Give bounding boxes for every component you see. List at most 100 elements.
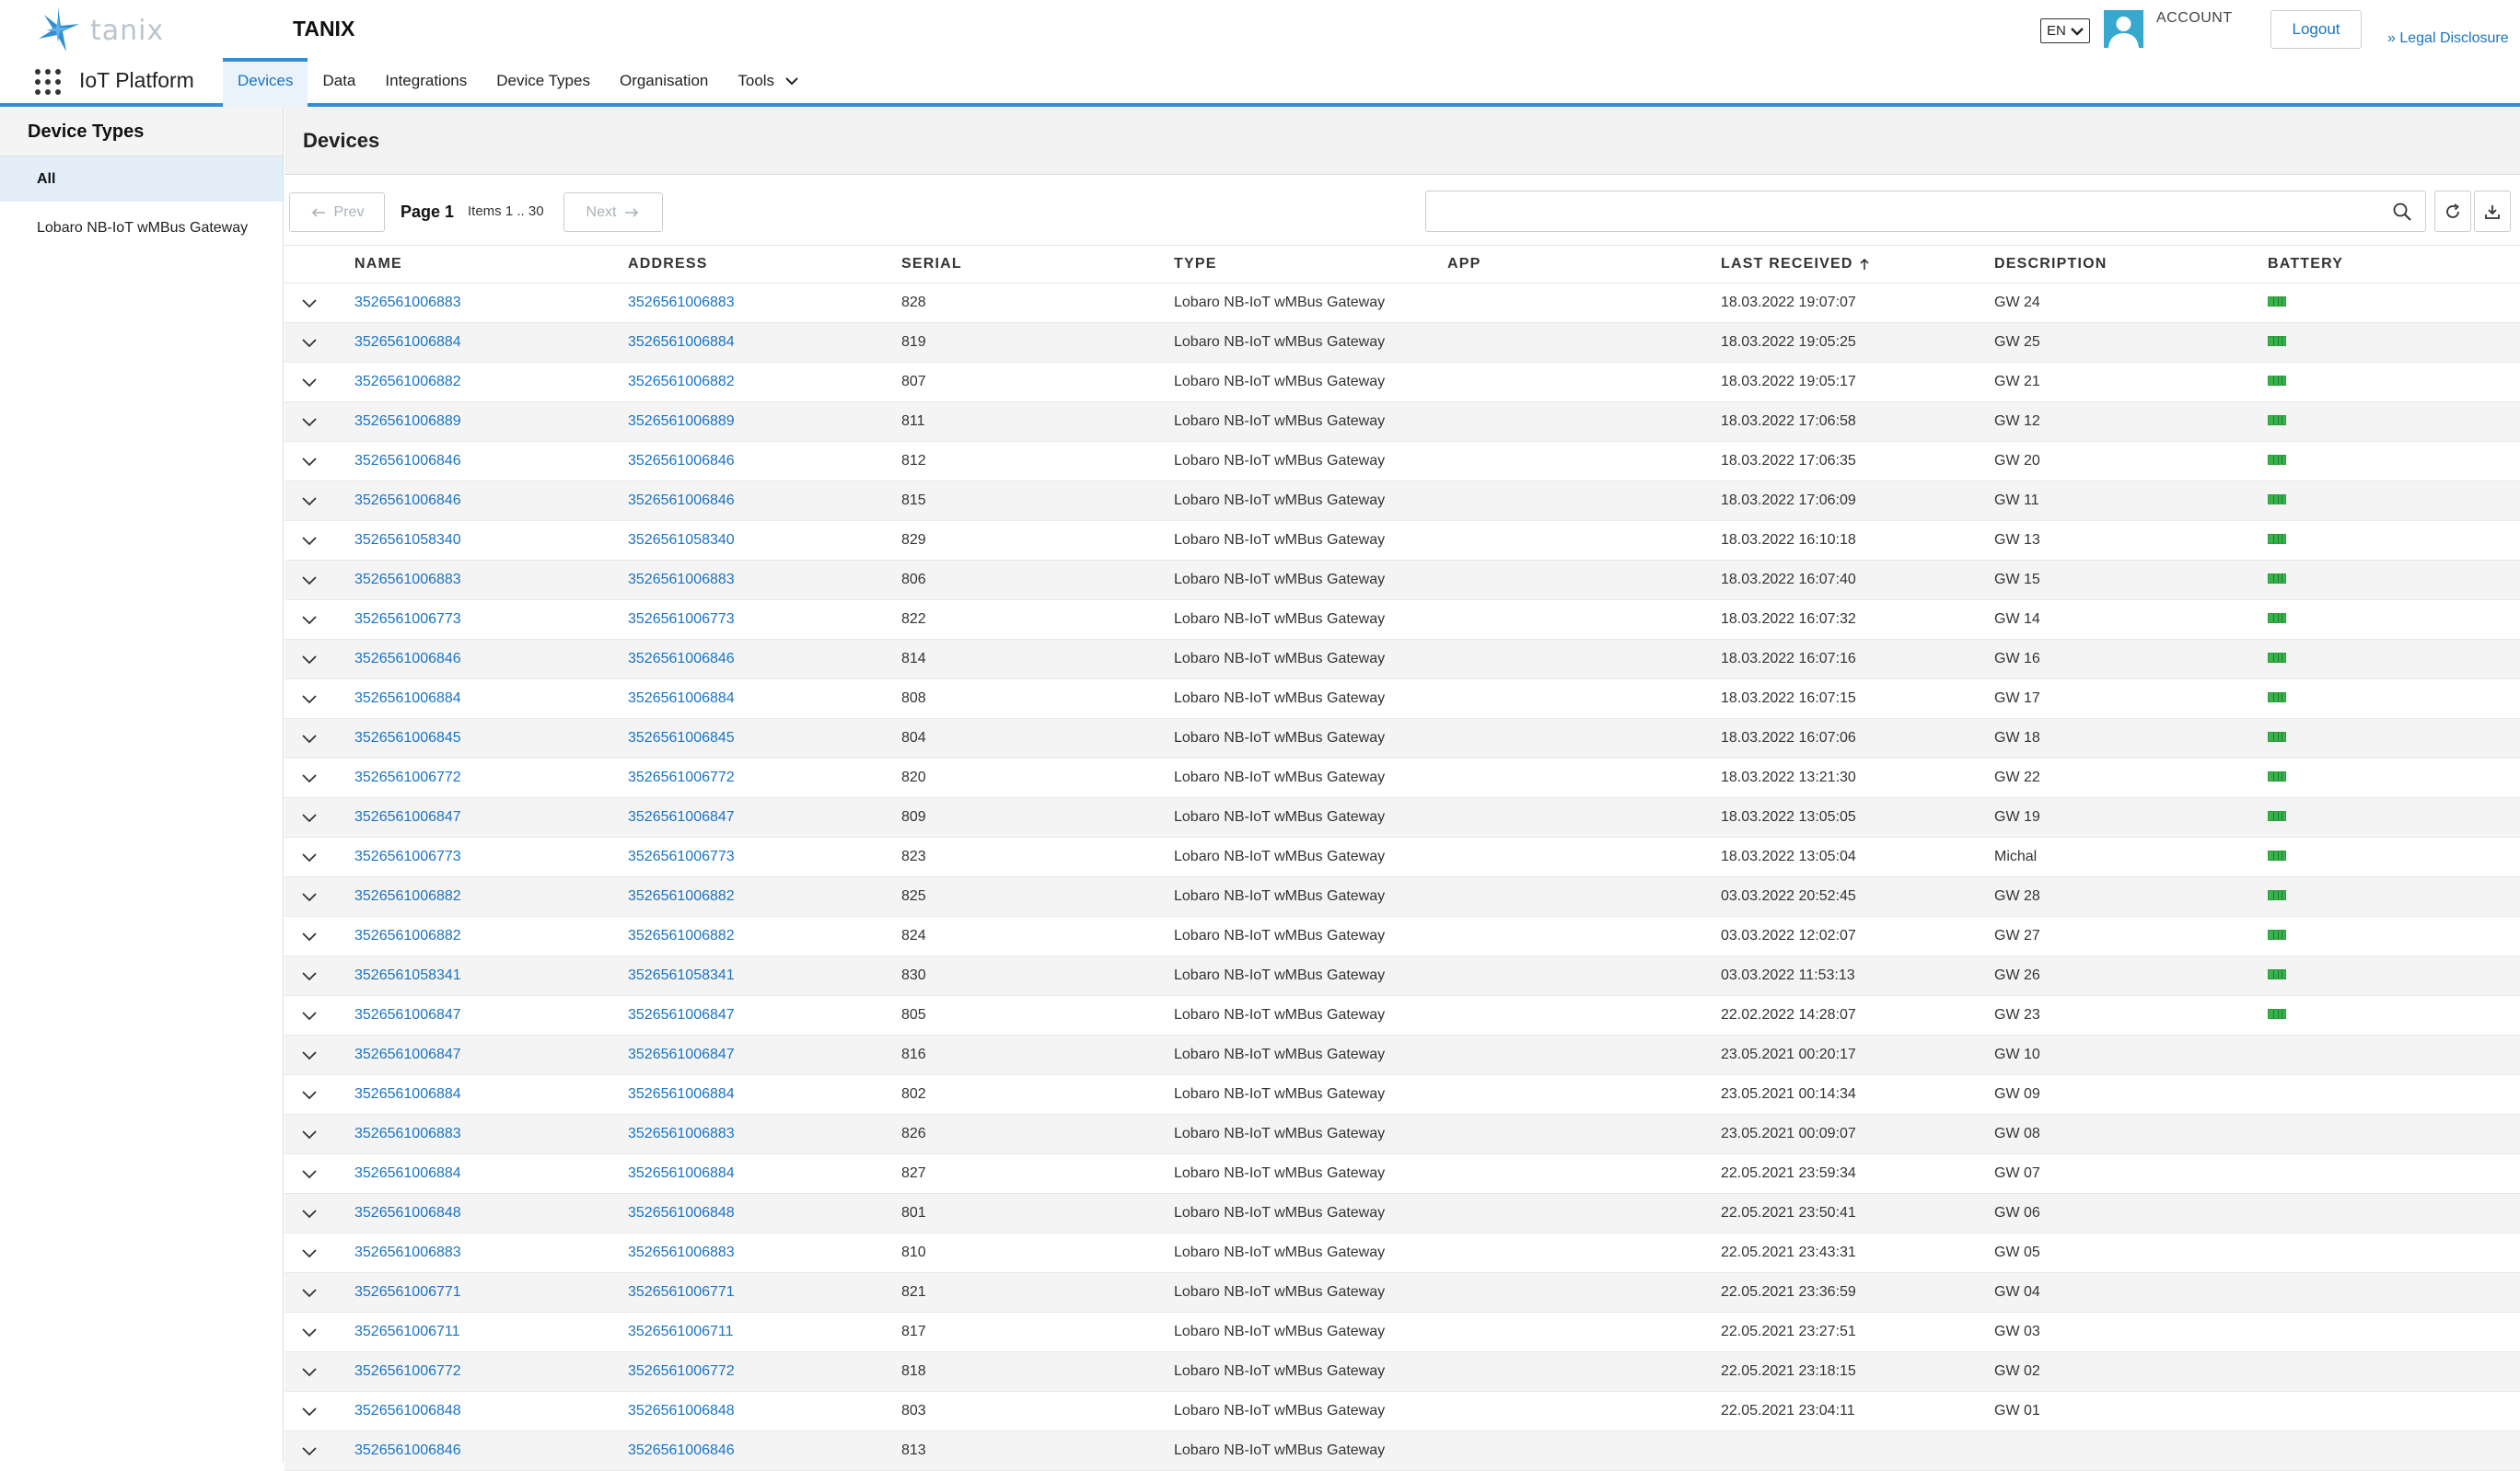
device-address-link[interactable]: 3526561006773 [628,849,735,865]
expand-row-button[interactable] [285,1247,321,1258]
next-page-button[interactable]: Next [563,192,663,232]
device-address-link[interactable]: 3526561006711 [628,1324,734,1340]
device-name-link[interactable]: 3526561006884 [354,334,461,351]
column-app[interactable]: APP [1447,256,1481,272]
account-avatar[interactable] [2104,10,2143,48]
legal-disclosure-link[interactable]: » Legal Disclosure [2387,30,2509,47]
expand-row-button[interactable] [285,812,321,823]
device-name-link[interactable]: 3526561006884 [354,1165,461,1182]
table-row[interactable]: 3526561006883 3526561006883 810 Lobaro NB-I… [285,1234,2520,1273]
expand-row-button[interactable] [285,614,321,625]
sidebar-item-lobaro-gateway[interactable]: Lobaro NB-IoT wMBus Gateway [0,202,283,251]
expand-row-button[interactable] [285,495,321,506]
device-name-link[interactable]: 3526561006847 [354,809,461,826]
expand-row-button[interactable] [285,535,321,546]
expand-row-button[interactable] [285,931,321,942]
table-row[interactable]: 3526561006847 3526561006847 805 Lobaro NB-I… [285,996,2520,1036]
device-name-link[interactable]: 3526561006883 [354,572,461,588]
device-name-link[interactable]: 3526561006847 [354,1007,461,1024]
expand-row-button[interactable] [285,1208,321,1219]
apps-grid-icon[interactable] [35,69,61,95]
column-description[interactable]: DESCRIPTION [1994,256,2108,272]
table-row[interactable]: 3526561006771 3526561006771 821 Lobaro NB-I… [285,1273,2520,1313]
search-icon[interactable] [2392,202,2412,222]
table-row[interactable]: 3526561006884 3526561006884 808 Lobaro NB-I… [285,679,2520,719]
device-name-link[interactable]: 3526561006773 [354,849,461,865]
device-address-link[interactable]: 3526561006883 [628,1126,735,1142]
device-address-link[interactable]: 3526561006889 [628,413,735,430]
nav-device-types[interactable]: Device Types [482,58,605,107]
table-row[interactable]: 3526561006846 3526561006846 813 Lobaro NB-I… [285,1431,2520,1471]
device-address-link[interactable]: 3526561006772 [628,770,735,786]
table-row[interactable]: 3526561058341 3526561058341 830 Lobaro NB-I… [285,956,2520,996]
table-row[interactable]: 3526561006847 3526561006847 816 Lobaro NB-I… [285,1036,2520,1075]
device-name-link[interactable]: 3526561006711 [354,1324,460,1340]
expand-row-button[interactable] [285,456,321,467]
device-address-link[interactable]: 3526561006882 [628,888,735,905]
expand-row-button[interactable] [285,851,321,863]
device-address-link[interactable]: 3526561006883 [628,295,735,311]
expand-row-button[interactable] [285,693,321,704]
device-name-link[interactable]: 3526561058340 [354,532,461,549]
device-address-link[interactable]: 3526561006773 [628,611,735,628]
device-address-link[interactable]: 3526561006847 [628,1047,735,1063]
table-row[interactable]: 3526561006884 3526561006884 827 Lobaro NB-I… [285,1154,2520,1194]
device-name-link[interactable]: 3526561006771 [354,1284,461,1301]
expand-row-button[interactable] [285,416,321,427]
expand-row-button[interactable] [285,1049,321,1060]
device-name-link[interactable]: 3526561006847 [354,1047,461,1063]
table-row[interactable]: 3526561006846 3526561006846 815 Lobaro NB-I… [285,481,2520,521]
expand-row-button[interactable] [285,891,321,902]
device-name-link[interactable]: 3526561006773 [354,611,461,628]
column-serial[interactable]: SERIAL [901,256,962,272]
expand-row-button[interactable] [285,1129,321,1140]
device-address-link[interactable]: 3526561006883 [628,572,735,588]
table-row[interactable]: 3526561006772 3526561006772 820 Lobaro NB-I… [285,759,2520,798]
table-row[interactable]: 3526561006848 3526561006848 803 Lobaro NB-I… [285,1392,2520,1431]
device-name-link[interactable]: 3526561006845 [354,730,461,747]
table-row[interactable]: 3526561006883 3526561006883 828 Lobaro NB-I… [285,284,2520,323]
column-last-received[interactable]: LAST RECEIVED [1721,256,1870,272]
prev-page-button[interactable]: Prev [289,192,385,232]
expand-row-button[interactable] [285,1366,321,1377]
expand-row-button[interactable] [285,1089,321,1100]
table-row[interactable]: 3526561006884 3526561006884 819 Lobaro NB-I… [285,323,2520,363]
device-address-link[interactable]: 3526561006771 [628,1284,735,1301]
table-row[interactable]: 3526561006846 3526561006846 812 Lobaro NB-I… [285,442,2520,481]
expand-row-button[interactable] [285,772,321,783]
device-name-link[interactable]: 3526561006882 [354,374,461,390]
expand-row-button[interactable] [285,1326,321,1338]
expand-row-button[interactable] [285,1406,321,1417]
device-name-link[interactable]: 3526561006883 [354,295,461,311]
device-name-link[interactable]: 3526561006848 [354,1403,461,1419]
device-address-link[interactable]: 3526561006845 [628,730,735,747]
refresh-button[interactable] [2434,191,2471,232]
sidebar-item-all[interactable]: All [0,156,283,202]
device-address-link[interactable]: 3526561006846 [628,453,735,469]
table-row[interactable]: 3526561006882 3526561006882 825 Lobaro NB-I… [285,877,2520,917]
device-name-link[interactable]: 3526561006883 [354,1126,461,1142]
table-row[interactable]: 3526561006883 3526561006883 826 Lobaro NB-I… [285,1115,2520,1154]
download-button[interactable] [2474,191,2511,232]
expand-row-button[interactable] [285,1010,321,1021]
expand-row-button[interactable] [285,376,321,388]
column-battery[interactable]: BATTERY [2268,256,2343,272]
language-select[interactable]: EN [2040,18,2090,43]
table-row[interactable]: 3526561006882 3526561006882 807 Lobaro NB-I… [285,363,2520,402]
device-name-link[interactable]: 3526561006772 [354,770,461,786]
device-address-link[interactable]: 3526561006884 [628,1165,735,1182]
table-row[interactable]: 3526561006889 3526561006889 811 Lobaro NB-I… [285,402,2520,442]
search-input[interactable] [1426,191,2425,231]
nav-data[interactable]: Data [308,58,370,107]
table-row[interactable]: 3526561058340 3526561058340 829 Lobaro NB-I… [285,521,2520,561]
device-address-link[interactable]: 3526561006846 [628,651,735,667]
expand-row-button[interactable] [285,654,321,665]
column-name[interactable]: NAME [354,256,402,272]
device-name-link[interactable]: 3526561006882 [354,928,461,944]
tanix-logo[interactable]: tanix [33,6,164,55]
nav-integrations[interactable]: Integrations [370,58,482,107]
device-name-link[interactable]: 3526561006882 [354,888,461,905]
expand-row-button[interactable] [285,1445,321,1456]
device-name-link[interactable]: 3526561006884 [354,690,461,707]
device-name-link[interactable]: 3526561006848 [354,1205,461,1222]
